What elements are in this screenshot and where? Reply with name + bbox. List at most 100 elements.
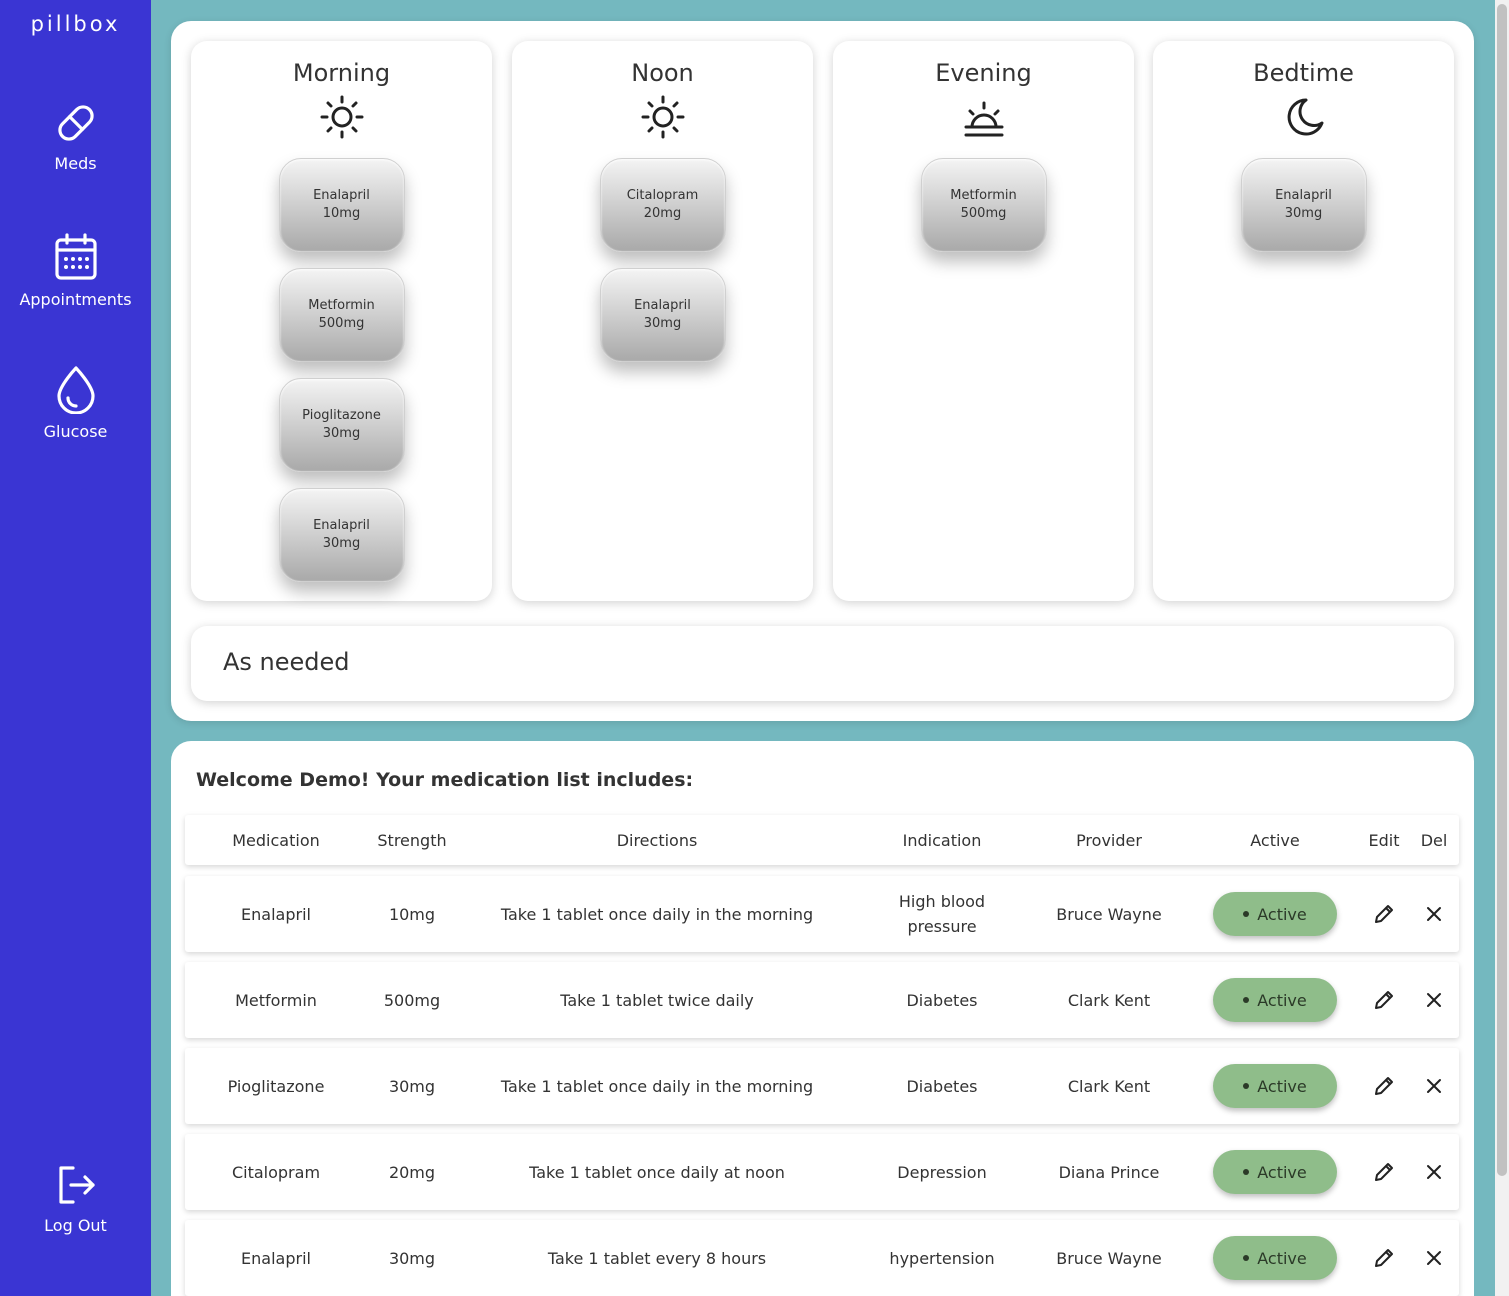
cell-medication: Enalapril: [241, 904, 311, 924]
header-edit: Edit: [1368, 830, 1400, 850]
medication-list-panel: Welcome Demo! Your medication list inclu…: [171, 741, 1474, 1296]
pill-strength: 10mg: [322, 206, 361, 221]
pill-name: Pioglitazone: [302, 408, 381, 423]
pill-name: Citalopram: [626, 188, 699, 203]
table-row: Enalapril 10mg Take 1 tablet once daily …: [185, 876, 1459, 952]
cell-directions: Take 1 tablet once daily in the morning: [500, 904, 814, 924]
cell-provider: Clark Kent: [1067, 1076, 1151, 1096]
cell-medication: Citalopram: [231, 1162, 321, 1182]
dot-icon: [1243, 1255, 1250, 1261]
pill-name: Enalapril: [313, 518, 370, 533]
pill-card[interactable]: Enalapril 30mg: [599, 268, 726, 362]
scrollbar-thumb[interactable]: [1497, 4, 1507, 1176]
pill-strength: 30mg: [322, 426, 361, 441]
cell-directions: Take 1 tablet once daily in the morning: [500, 1076, 814, 1096]
pill-card[interactable]: Metformin 500mg: [920, 158, 1047, 252]
pill-strength: 30mg: [1284, 206, 1323, 221]
pill-strength: 30mg: [643, 316, 682, 331]
cell-indication: hypertension: [889, 1248, 995, 1268]
delete-button[interactable]: [1413, 1134, 1455, 1210]
edit-button[interactable]: [1363, 1048, 1405, 1124]
delete-button[interactable]: [1413, 876, 1455, 952]
as-needed-section: As needed: [191, 626, 1454, 701]
delete-button[interactable]: [1413, 962, 1455, 1038]
header-strength: Strength: [377, 830, 447, 850]
cell-indication: Diabetes: [906, 990, 978, 1010]
active-status-label: Active: [1257, 904, 1307, 924]
table-row: Citalopram 20mg Take 1 tablet once daily…: [185, 1134, 1459, 1210]
cell-directions: Take 1 tablet twice daily: [560, 990, 754, 1010]
dot-icon: [1243, 997, 1250, 1003]
pencil-icon: [1375, 905, 1393, 923]
edit-button[interactable]: [1363, 876, 1405, 952]
welcome-heading: Welcome Demo! Your medication list inclu…: [196, 769, 694, 791]
pill-strength: 20mg: [643, 206, 682, 221]
sun-icon: [641, 95, 684, 139]
delete-button[interactable]: [1413, 1220, 1455, 1296]
pencil-icon: [1375, 1163, 1393, 1181]
pill-card[interactable]: Enalapril 10mg: [278, 158, 405, 252]
pill-card[interactable]: Pioglitazone 30mg: [278, 378, 405, 472]
pill-icon: [57, 105, 94, 141]
table-header: Medication Strength Directions Indicatio…: [185, 815, 1459, 865]
cell-medication: Pioglitazone: [227, 1076, 325, 1096]
cell-provider: Clark Kent: [1067, 990, 1151, 1010]
table-row: Pioglitazone 30mg Take 1 tablet once dai…: [185, 1048, 1459, 1124]
active-status-button[interactable]: Active: [1213, 1236, 1337, 1280]
sidebar-item-appointments[interactable]: Appointments: [0, 232, 151, 309]
pill-name: Metformin: [950, 188, 1017, 203]
pillbox-panel: Morning Enalapril 10mg Metformin 500mg P…: [171, 21, 1474, 721]
pill-name: Enalapril: [313, 188, 370, 203]
column-evening: Evening Metformin 500mg: [833, 41, 1134, 601]
sunset-icon: [964, 101, 1003, 137]
column-morning: Morning Enalapril 10mg Metformin 500mg P…: [191, 41, 492, 601]
cell-provider: Bruce Wayne: [1056, 1248, 1162, 1268]
sidebar: pillbox Meds Appointments Glucose Log Ou…: [0, 0, 151, 1296]
pill-strength: 500mg: [318, 316, 365, 331]
close-icon: [1427, 1251, 1441, 1265]
logout-label: Log Out: [44, 1216, 107, 1235]
active-status-label: Active: [1257, 1248, 1307, 1268]
cell-indication: High blood pressure: [898, 892, 986, 936]
sidebar-item-meds[interactable]: Meds: [0, 100, 151, 173]
active-status-button[interactable]: Active: [1213, 978, 1337, 1022]
pencil-icon: [1375, 1249, 1393, 1267]
edit-button[interactable]: [1363, 962, 1405, 1038]
pill-card[interactable]: Enalapril 30mg: [278, 488, 405, 582]
cell-strength: 30mg: [388, 1076, 436, 1096]
dot-icon: [1243, 911, 1250, 917]
sidebar-item-label: Meds: [54, 154, 97, 173]
cell-provider: Diana Prince: [1058, 1162, 1160, 1182]
cell-strength: 20mg: [388, 1162, 436, 1182]
logout-button[interactable]: Log Out: [0, 1162, 151, 1235]
cell-indication: Depression: [897, 1162, 987, 1182]
table-row: Enalapril 30mg Take 1 tablet every 8 hou…: [185, 1220, 1459, 1296]
pill-name: Enalapril: [634, 298, 691, 313]
close-icon: [1427, 907, 1441, 921]
active-status-button[interactable]: Active: [1213, 1064, 1337, 1108]
pencil-icon: [1375, 1077, 1393, 1095]
delete-button[interactable]: [1413, 1048, 1455, 1124]
pill-card[interactable]: Citalopram 20mg: [599, 158, 726, 252]
moon-icon: [1287, 98, 1323, 136]
column-bedtime: Bedtime Enalapril 30mg: [1153, 41, 1454, 601]
cell-strength: 10mg: [388, 904, 436, 924]
sun-icon: [320, 95, 363, 139]
edit-button[interactable]: [1363, 1220, 1405, 1296]
active-status-button[interactable]: Active: [1213, 1150, 1337, 1194]
pill-card[interactable]: Enalapril 30mg: [1240, 158, 1367, 252]
column-noon: Noon Citalopram 20mg Enalapril 30mg: [512, 41, 813, 601]
edit-button[interactable]: [1363, 1134, 1405, 1210]
as-needed-title: As needed: [223, 648, 350, 676]
scrollbar[interactable]: [1495, 0, 1509, 1296]
brand-logo: pillbox: [30, 12, 121, 36]
pill-card[interactable]: Metformin 500mg: [278, 268, 405, 362]
cell-active: Active: [1209, 876, 1341, 952]
cell-indication: Diabetes: [906, 1076, 978, 1096]
active-status-button[interactable]: Active: [1213, 892, 1337, 936]
dot-icon: [1243, 1169, 1250, 1175]
sidebar-item-glucose[interactable]: Glucose: [0, 364, 151, 441]
close-icon: [1427, 1165, 1441, 1179]
close-icon: [1427, 1079, 1441, 1093]
header-provider: Provider: [1076, 830, 1142, 850]
